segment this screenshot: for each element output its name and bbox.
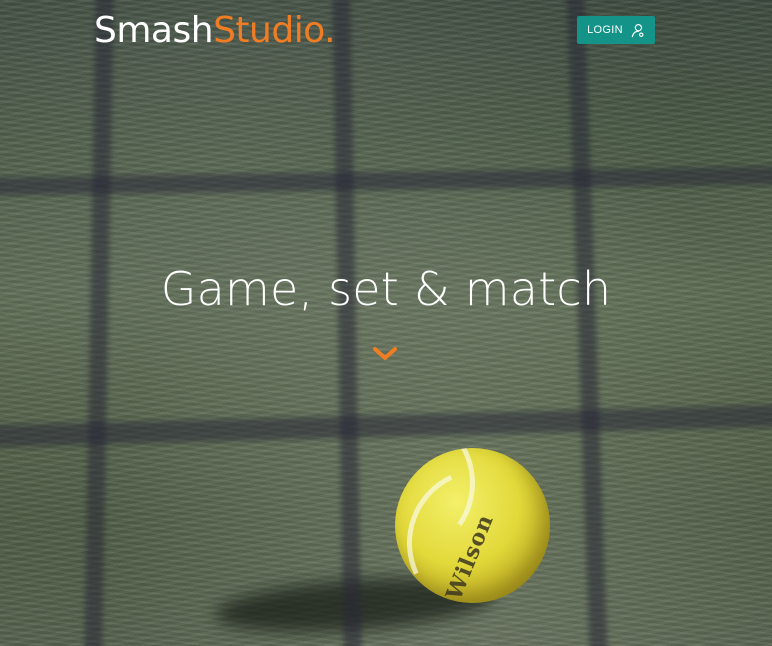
- brand-name-accent: Studio.: [213, 10, 336, 51]
- login-button[interactable]: LOGIN: [577, 16, 655, 44]
- hero-section: Wilson SmashStudio. LOGIN Game, set & ma…: [0, 0, 772, 646]
- login-label: LOGIN: [587, 24, 623, 36]
- user-icon: [631, 23, 644, 37]
- chevron-down-icon[interactable]: [372, 346, 398, 362]
- brand-name-primary: Smash: [94, 10, 214, 51]
- tennis-ball-image: Wilson: [395, 448, 550, 603]
- brand-logo[interactable]: SmashStudio.: [94, 10, 336, 51]
- hero-background-grass: [0, 0, 772, 646]
- hero-headline: Game, set & match: [160, 262, 612, 316]
